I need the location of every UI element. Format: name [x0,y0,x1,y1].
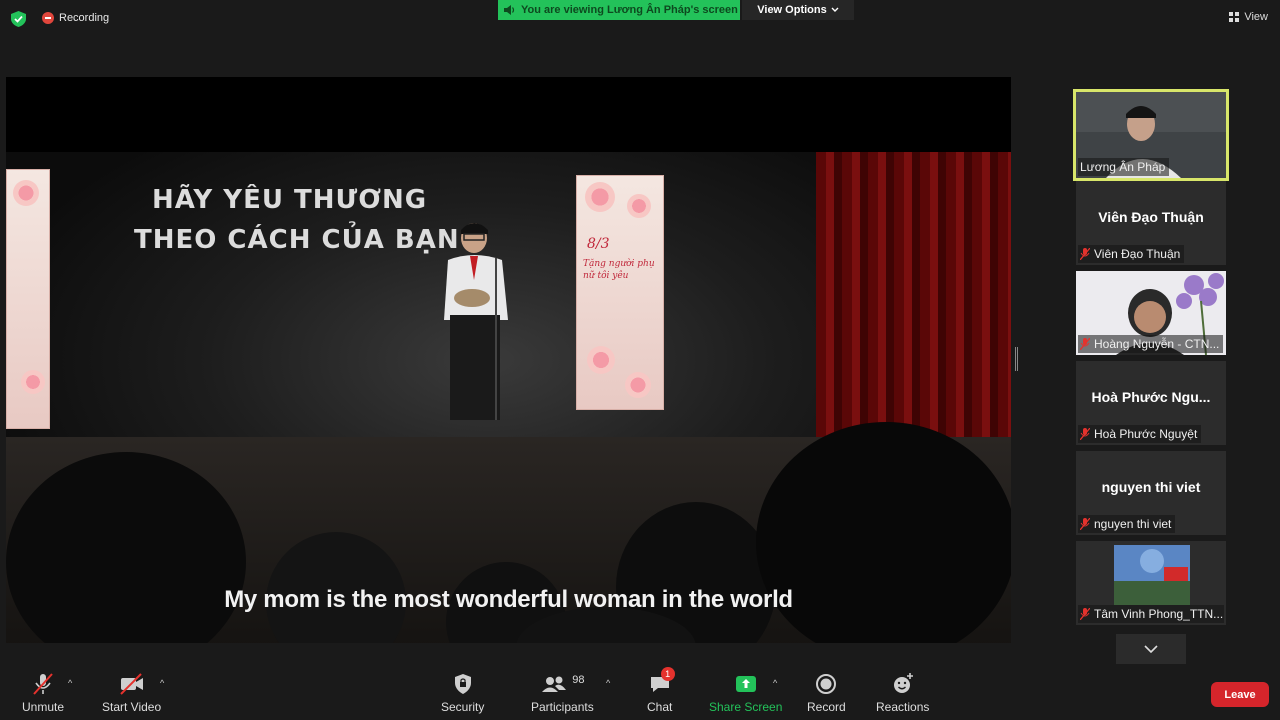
start-video-button[interactable]: Start Video [102,672,161,714]
audio-options-caret[interactable]: ^ [68,678,72,688]
participants-label: Participants [531,700,594,714]
backdrop-line-1: HÃY YÊU THƯƠNG [152,185,428,215]
participants-options-caret[interactable]: ^ [606,678,610,688]
stage-banner-left [6,169,50,429]
panel-resize-handle[interactable] [1015,347,1018,371]
share-screen-label: Share Screen [709,700,783,714]
recording-indicator[interactable]: Recording [42,12,109,24]
unmute-button[interactable]: Unmute [22,672,64,714]
participant-display-name: Viên Đạo Thuận [1098,209,1204,225]
participant-name-label: Hoà Phước Nguyệt [1078,425,1202,443]
view-button[interactable]: View [1229,11,1268,23]
recording-label: Recording [59,12,110,24]
participant-name-label: Viên Đạo Thuận [1078,245,1185,263]
chevron-down-icon [831,7,839,12]
mic-off-icon [33,673,53,695]
mic-muted-icon [1080,608,1090,620]
participant-tile-active[interactable]: Lương Ân Pháp [1073,89,1229,181]
participant-tile[interactable]: Tâm Vinh Phong_TTN... [1076,541,1226,625]
viewing-label: You are viewing Lương Ân Pháp's screen [521,4,738,16]
unmute-label: Unmute [22,700,65,714]
viewing-banner: You are viewing Lương Ân Pháp's screen [498,0,740,20]
chat-button[interactable]: 1 Chat [647,667,675,714]
stage-curtain [816,152,1011,452]
banner-title: 8/3 [587,236,610,252]
mic-muted-icon [1080,338,1090,350]
participant-display-name: nguyen thi viet [1101,479,1201,495]
security-label: Security [441,700,485,714]
video-caption: My mom is the most wonderful woman in th… [224,586,793,613]
reactions-button[interactable]: Reactions [876,672,929,714]
mic-muted-icon [1080,518,1090,530]
chat-label: Chat [647,700,673,714]
backdrop-text: HÃY YÊU THƯƠNG THEO CÁCH CỦA BẠN [134,180,460,260]
reactions-label: Reactions [876,700,930,714]
participant-name-label: Tâm Vinh Phong_TTN... [1078,605,1224,623]
start-video-label: Start Video [102,700,162,714]
leave-button[interactable]: Leave [1211,682,1269,707]
view-options-button[interactable]: View Options [742,0,854,20]
stage-banner-right: 8/3 Tặng người phụ nữ tôi yêu [576,175,664,410]
video-options-caret[interactable]: ^ [160,678,164,688]
record-icon [816,674,837,694]
emoji-plus-icon [893,673,913,693]
gallery-next-button[interactable] [1116,634,1186,664]
participant-tile[interactable]: Hoà Phước Ngu... Hoà Phước Nguyệt [1076,361,1226,445]
chat-badge: 1 [660,667,675,681]
video-off-icon [119,673,143,695]
participant-tile[interactable]: Hoàng Nguyễn - CTN... [1076,271,1226,355]
share-options-caret[interactable]: ^ [773,678,777,688]
performer [444,223,508,420]
participant-name-label: Hoàng Nguyễn - CTN... [1078,335,1224,353]
recording-icon [42,12,54,24]
meeting-toolbar: Unmute ^ Start Video ^ Security 98 Parti… [0,664,1280,720]
top-bar: Recording You are viewing Lương Ân Pháp'… [0,0,1280,40]
view-options-label: View Options [757,4,827,16]
record-label: Record [807,700,846,714]
shared-screen[interactable]: HÃY YÊU THƯƠNG THEO CÁCH CỦA BẠN 8/3 Tặn… [6,77,1011,643]
speaker-icon [504,5,515,15]
mic-muted-icon [1080,248,1090,260]
shield-icon [454,674,471,694]
participant-name-label: nguyen thi viet [1078,515,1176,533]
shield-check-icon[interactable] [11,11,26,27]
chevron-down-icon [1144,645,1158,653]
stage-scene: HÃY YÊU THƯƠNG THEO CÁCH CỦA BẠN 8/3 Tặn… [6,152,1011,643]
participants-count: 98 [572,674,585,686]
security-button[interactable]: Security [441,672,484,714]
participants-button[interactable]: 98 Participants [531,672,594,714]
record-button[interactable]: Record [807,672,846,714]
participant-display-name: Hoà Phước Ngu... [1091,389,1211,405]
mic-muted-icon [1080,428,1090,440]
backdrop-line-2: THEO CÁCH CỦA BẠN [134,225,460,255]
share-screen-icon [735,676,756,692]
participant-name-label: Lương Ân Pháp [1078,158,1170,176]
view-label: View [1244,11,1268,23]
participants-icon [542,676,567,692]
banner-subtitle: Tặng người phụ nữ tôi yêu [583,259,655,281]
participant-tile[interactable]: nguyen thi viet nguyen thi viet [1076,451,1226,535]
share-screen-button[interactable]: Share Screen [709,672,782,714]
participant-tile[interactable]: Viên Đạo Thuận Viên Đạo Thuận [1076,181,1226,265]
grid-icon [1229,12,1240,22]
